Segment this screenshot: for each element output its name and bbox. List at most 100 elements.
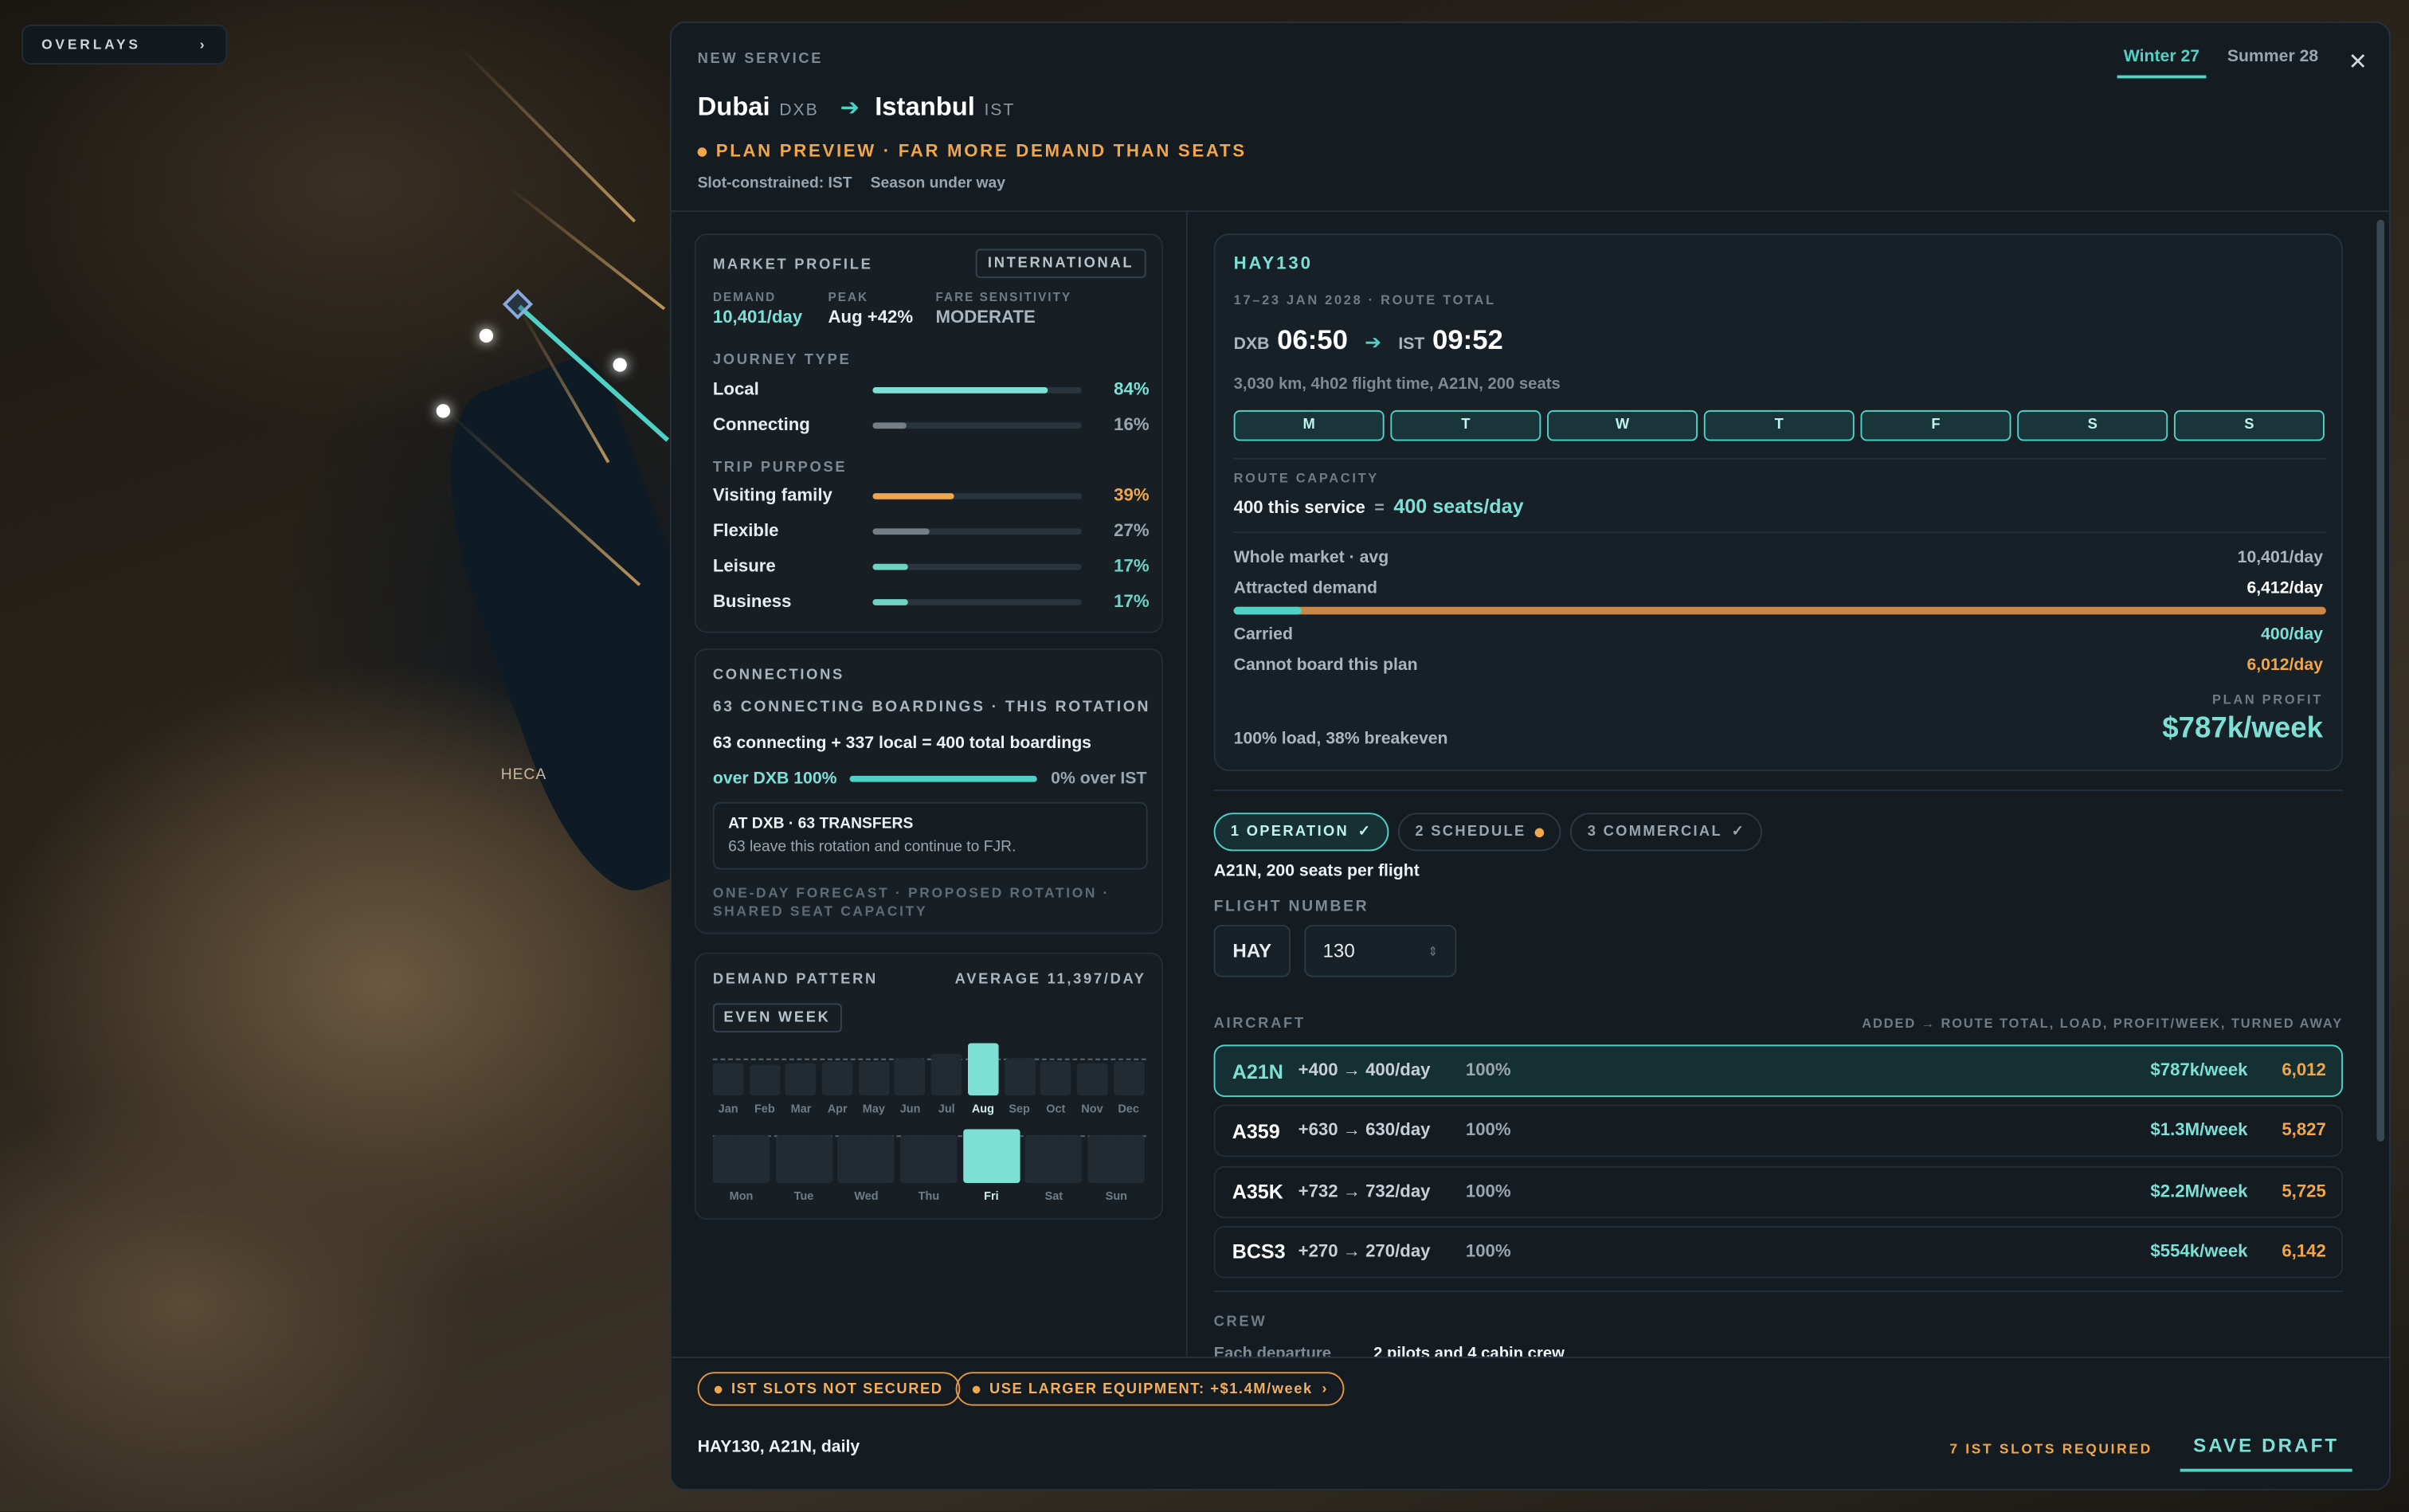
warning-dot-icon xyxy=(1535,827,1545,837)
aircraft-row[interactable]: A21N +400 → 400/day 100% $787k/week 6,012 xyxy=(1213,1044,2344,1097)
demand-value: 10,401/day xyxy=(712,308,803,327)
stepper-icon[interactable]: ⇕ xyxy=(1428,944,1438,958)
aircraft-capacity: +400 → 400/day xyxy=(1298,1061,1431,1080)
step-operation[interactable]: 1 OPERATION ✓ xyxy=(1213,813,1389,852)
month-bar xyxy=(967,1043,999,1096)
plan-preview-text: PLAN PREVIEW · FAR MORE DEMAND THAN SEAT… xyxy=(715,143,1247,162)
even-week-toggle[interactable]: EVEN WEEK xyxy=(712,1003,842,1032)
average-demand: AVERAGE 11,397/day xyxy=(954,970,1146,989)
aircraft-row[interactable]: A35K +732 → 732/day 100% $2.2M/week 5,725 xyxy=(1213,1165,2344,1218)
left-column: MARKET PROFILE INTERNATIONAL DEMAND 10,40… xyxy=(672,212,1188,1357)
dest-code: IST xyxy=(984,101,1016,120)
step-commercial[interactable]: 3 COMMERCIAL ✓ xyxy=(1570,813,1763,852)
connecting-boardings: 63 CONNECTING BOARDINGS · THIS ROTATION xyxy=(712,699,1151,716)
crew-value: 2 pilots and 4 cabin crew xyxy=(1373,1344,1565,1357)
demand-pattern-title: DEMAND PATTERN xyxy=(712,970,878,989)
bar-fill xyxy=(872,563,908,570)
day-toggle[interactable]: S xyxy=(2017,409,2168,441)
day-toggle[interactable]: F xyxy=(1860,409,2011,441)
whole-market-key: Whole market · avg xyxy=(1233,548,1389,567)
day-bar xyxy=(1087,1135,1146,1183)
boardings-line: 63 connecting + 337 local = 400 total bo… xyxy=(712,734,1092,753)
bar-percent: 27% xyxy=(1114,522,1150,541)
save-draft-button[interactable]: SAVE DRAFT xyxy=(2180,1423,2352,1472)
aircraft-row[interactable]: BCS3 +270 → 270/day 100% $554k/week 6,142 xyxy=(1213,1225,2344,1279)
flight-number-input[interactable]: 130 ⇕ xyxy=(1304,924,1457,977)
chevron-right-icon: › xyxy=(1322,1380,1328,1398)
aircraft-code: A359 xyxy=(1232,1119,1280,1143)
whole-market-row: Whole market · avg 10,401/day xyxy=(1234,548,2323,566)
check-icon: ✓ xyxy=(1731,823,1746,840)
day-toggle[interactable]: M xyxy=(1233,409,1385,441)
route-capacity: 400 this service = 400 seats/day xyxy=(1234,495,1524,518)
day-label: Tue xyxy=(793,1189,814,1204)
peak-value: Aug +42% xyxy=(828,308,914,327)
month-label: Feb xyxy=(754,1101,775,1116)
bar-percent: 16% xyxy=(1114,416,1150,435)
aircraft-capacity: +630 → 630/day xyxy=(1298,1122,1431,1141)
panel-header: NEW SERVICE Dubai DXB ➔ Istanbul IST PLA… xyxy=(671,23,2389,213)
month-bar xyxy=(821,1062,853,1096)
aircraft-title: AIRCRAFT xyxy=(1213,1015,1306,1032)
day-label: Thu xyxy=(918,1189,940,1204)
airport-marker[interactable] xyxy=(479,328,494,343)
aircraft-hint: ADDED → ROUTE TOTAL, LOAD, PROFIT/WEEK, … xyxy=(1862,1015,2344,1032)
month-labels: Jan Feb Mar Apr May Jun Jul Aug Sep Oct Nov Dec xyxy=(713,1102,1144,1115)
larger-equipment-pill[interactable]: USE LARGER EQUIPMENT: +$1.4M/week › xyxy=(955,1372,1346,1406)
flight-times: DXB 06:50 ➔ IST 09:52 xyxy=(1234,324,1503,356)
bar-fill xyxy=(872,493,954,499)
bar-row: Flexible 27% xyxy=(713,519,1150,544)
flight-dates: 17–23 JAN 2028 · ROUTE TOTAL xyxy=(1233,292,1496,307)
scrollbar[interactable] xyxy=(2376,219,2385,1142)
tab-winter-27[interactable]: Winter 27 xyxy=(2117,45,2206,79)
demand-pattern-card: DEMAND PATTERN AVERAGE 11,397/day EVEN W… xyxy=(694,952,1163,1220)
bar-label: Local xyxy=(712,381,759,400)
month-bar xyxy=(1076,1063,1108,1096)
aircraft-profit: $554k/week xyxy=(2150,1243,2248,1262)
day-label: Fri xyxy=(984,1189,999,1204)
forecast-note: ONE-DAY FORECAST · PROPOSED ROTATION · S… xyxy=(712,884,1110,919)
aircraft-turned-away: 5,827 xyxy=(2282,1122,2326,1141)
day-toggle[interactable]: T xyxy=(1703,409,1855,441)
tab-summer-28[interactable]: Summer 28 xyxy=(2221,45,2325,78)
footer: IST SLOTS NOT SECURED USE LARGER EQUIPME… xyxy=(671,1356,2389,1489)
demand-key: DEMAND xyxy=(712,290,777,304)
crew-title: CREW xyxy=(1213,1313,1267,1331)
flight-info: 3,030 km, 4h02 flight time, A21N, 200 se… xyxy=(1233,374,1561,394)
airport-marker[interactable] xyxy=(436,404,451,418)
route-capacity-title: ROUTE CAPACITY xyxy=(1233,470,1379,486)
step-commercial-label: 3 COMMERCIAL xyxy=(1587,823,1722,840)
overlays-button[interactable]: OVERLAYS › xyxy=(21,24,228,65)
plan-profit-label: PLAN PROFIT xyxy=(2211,691,2323,707)
divider xyxy=(1233,531,2326,534)
day-toggle[interactable]: S xyxy=(2173,409,2325,441)
demand-stat: DEMAND 10,401/day xyxy=(713,290,802,327)
slots-required: 7 IST SLOTS REQUIRED xyxy=(1949,1440,2152,1457)
day-bar xyxy=(775,1135,832,1183)
warning-dot-icon xyxy=(714,1385,723,1393)
close-icon[interactable]: ✕ xyxy=(2348,48,2368,76)
step-schedule[interactable]: 2 SCHEDULE xyxy=(1398,813,1561,852)
season-tabs: Winter 27 Summer 28 xyxy=(2117,45,2325,79)
day-toggle[interactable]: W xyxy=(1547,409,1698,441)
bar-label: Visiting family xyxy=(712,487,832,506)
bar-label: Business xyxy=(712,593,792,612)
slots-warning-text: IST SLOTS NOT SECURED xyxy=(731,1380,943,1398)
fare-value: MODERATE xyxy=(935,308,1036,327)
day-label: Wed xyxy=(854,1189,879,1204)
airport-marker[interactable] xyxy=(613,358,627,372)
peak-stat: PEAK Aug +42% xyxy=(828,290,913,327)
cannot-board-key: Cannot board this plan xyxy=(1233,656,1418,675)
aircraft-row[interactable]: A359 +630 → 630/day 100% $1.3M/week 5,827 xyxy=(1213,1105,2344,1158)
day-toggle[interactable]: T xyxy=(1390,409,1541,441)
flight-number-title: FLIGHT NUMBER xyxy=(1213,899,1369,916)
attracted-row: Attracted demand 6,412/day xyxy=(1234,579,2323,597)
chevron-right-icon: › xyxy=(199,37,208,53)
slots-warning-pill[interactable]: IST SLOTS NOT SECURED xyxy=(697,1372,960,1406)
month-label: Dec xyxy=(1118,1101,1139,1116)
day-label: Sat xyxy=(1044,1189,1063,1204)
bar-track xyxy=(872,528,1082,535)
transfers-text: 63 leave this rotation and continue to F… xyxy=(728,838,1016,856)
bar-fill xyxy=(872,528,930,535)
flight-id: HAY130 xyxy=(1233,255,1313,274)
